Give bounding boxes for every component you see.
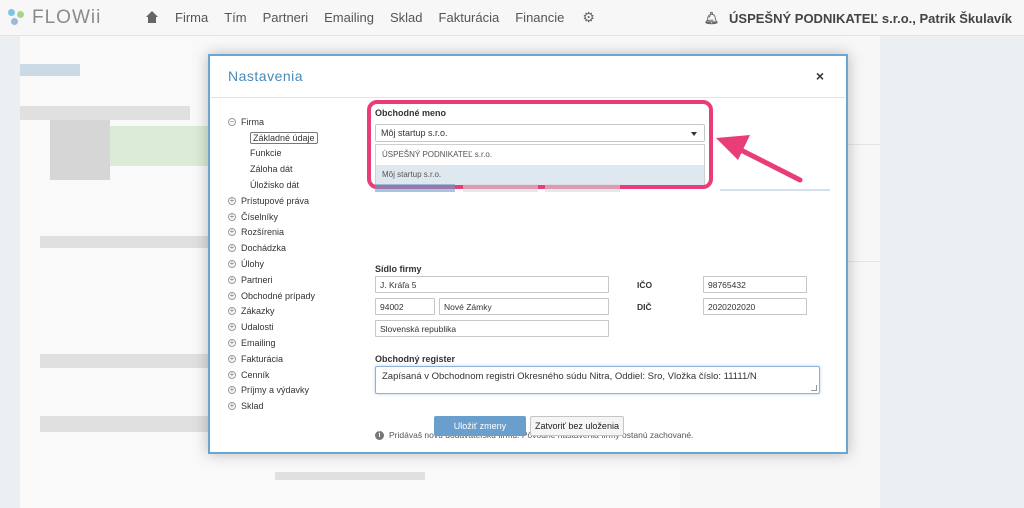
expand-icon[interactable]: + [228,370,236,379]
zip-input[interactable]: 94002 [375,298,435,315]
tree-item-dochadzka[interactable]: + Dochádzka [228,240,318,256]
register-textarea[interactable]: Zapísaná v Obchodnom registri Okresného … [375,366,820,394]
tree-item-emailing[interactable]: + Emailing [228,335,318,351]
register-text: Zapísaná v Obchodnom registri Okresného … [382,371,757,382]
logo-text: FLOWii [32,6,102,28]
nav-item-sklad[interactable]: Sklad [390,10,423,25]
tree-item-ciselniky[interactable]: + Číselníky [228,209,318,225]
logo[interactable]: FLOWii [8,7,138,29]
tree-label: Zákazky [241,306,275,317]
expand-icon[interactable]: + [228,275,236,284]
tree-item-obchodne-pripady[interactable]: + Obchodné prípady [228,288,318,304]
tree-label: Firma [241,116,264,127]
top-navigation: FLOWii Firma Tím Partneri Emailing Sklad… [0,0,1024,36]
modal-title: Nastavenia [228,68,304,84]
tabs-strip-obscured [375,184,835,192]
street-input[interactable]: J. Kráľa 5 [375,276,609,293]
expand-icon[interactable]: + [228,212,236,221]
tree-item-ulozisko-dat[interactable]: Úložisko dát [228,177,318,193]
tree-label: Sklad [241,401,264,412]
tree-item-ulohy[interactable]: + Úlohy [228,256,318,272]
tree-label: Partneri [241,274,273,285]
tree-item-zaloha-dat[interactable]: Záloha dát [228,161,318,177]
tree-label: Emailing [241,338,276,349]
tree-label: Príjmy a výdavky [241,385,310,396]
register-label: Obchodný register [375,354,456,364]
tree-item-rozsirenia[interactable]: + Rozšírenia [228,225,318,241]
expand-icon[interactable]: + [228,260,236,269]
city-input[interactable]: Nové Zámky [439,298,609,315]
settings-tree: − Firma Základné údaje Funkcie Záloha dá… [228,114,318,414]
nav-item-emailing[interactable]: Emailing [324,10,374,25]
tree-label: Úložisko dát [250,180,300,191]
tree-label: Udalosti [241,322,274,333]
expand-icon[interactable]: + [228,228,236,237]
expand-icon[interactable]: + [228,402,236,411]
country-input[interactable]: Slovenská republika [375,320,609,337]
tree-item-funkcie[interactable]: Funkcie [228,146,318,162]
tree-label: Cenník [241,369,270,380]
close-without-saving-button[interactable]: Zatvoriť bez uloženia [530,416,624,436]
tree-label: Rozšírenia [241,227,285,238]
account-area[interactable]: 🔔︎ ÚSPEŠNÝ PODNIKATEĽ s.r.o., Patrik Šku… [704,0,1012,36]
nav-item-tim[interactable]: Tím [224,10,246,25]
nav-item-financie[interactable]: Financie [515,10,564,25]
tree-item-zakazky[interactable]: + Zákazky [228,304,318,320]
expand-icon[interactable]: + [228,354,236,363]
expand-icon[interactable]: + [228,307,236,316]
account-name[interactable]: ÚSPEŠNÝ PODNIKATEĽ s.r.o., Patrik Škulav… [729,11,1012,26]
tree-item-firma[interactable]: − Firma [228,114,318,130]
collapse-icon[interactable]: − [228,117,236,126]
tree-item-fakturacia[interactable]: + Fakturácia [228,351,318,367]
tree-item-zakladne-udaje[interactable]: Základné údaje [228,130,318,146]
tree-label: Základné údaje [250,131,318,144]
tree-label: Fakturácia [241,353,284,364]
resize-grip-icon[interactable] [811,385,817,391]
tree-label: Dochádzka [241,243,287,254]
home-icon[interactable] [145,10,159,25]
info-icon: i [375,430,384,440]
tree-label: Číselníky [241,211,279,222]
tree-item-prijmy-vydavky[interactable]: + Príjmy a výdavky [228,383,318,399]
nav-item-partneri[interactable]: Partneri [263,10,309,25]
expand-icon[interactable]: + [228,323,236,332]
settings-modal: Nastavenia × − Firma Základné údaje Funk… [208,54,848,454]
save-button[interactable]: Uložiť zmeny [434,416,526,436]
expand-icon[interactable]: + [228,244,236,253]
highlight-frame [367,100,713,189]
expand-icon[interactable]: + [228,386,236,395]
tree-label: Záloha dát [250,164,293,175]
dic-input[interactable]: 2020202020 [703,298,807,315]
tree-item-sklad[interactable]: + Sklad [228,398,318,414]
gear-icon[interactable]: ⚙ [582,9,595,26]
settings-content: Obchodné meno Môj startup s.r.o. ÚSPEŠNÝ… [367,100,835,440]
tree-label: Obchodné prípady [241,290,316,301]
bell-icon[interactable]: 🔔︎ [704,11,719,25]
modal-header: Nastavenia × [210,56,846,98]
close-icon[interactable]: × [816,68,824,84]
tree-item-pristupove-prava[interactable]: + Prístupové práva [228,193,318,209]
expand-icon[interactable]: + [228,196,236,205]
nav-item-firma[interactable]: Firma [175,10,208,25]
tree-item-udalosti[interactable]: + Udalosti [228,319,318,335]
tree-item-partneri[interactable]: + Partneri [228,272,318,288]
expand-icon[interactable]: + [228,291,236,300]
tree-item-cennik[interactable]: + Cenník [228,367,318,383]
tree-label: Funkcie [250,148,282,159]
address-label: Sídlo firmy [375,264,422,274]
expand-icon[interactable]: + [228,339,236,348]
flowii-logo-icon [8,8,26,27]
nav-item-fakturacia[interactable]: Fakturácia [439,10,500,25]
dic-label: DIČ [637,302,652,312]
tree-label: Prístupové práva [241,195,310,206]
tree-label: Úlohy [241,259,265,270]
ico-input[interactable]: 98765432 [703,276,807,293]
ico-label: IČO [637,280,653,290]
